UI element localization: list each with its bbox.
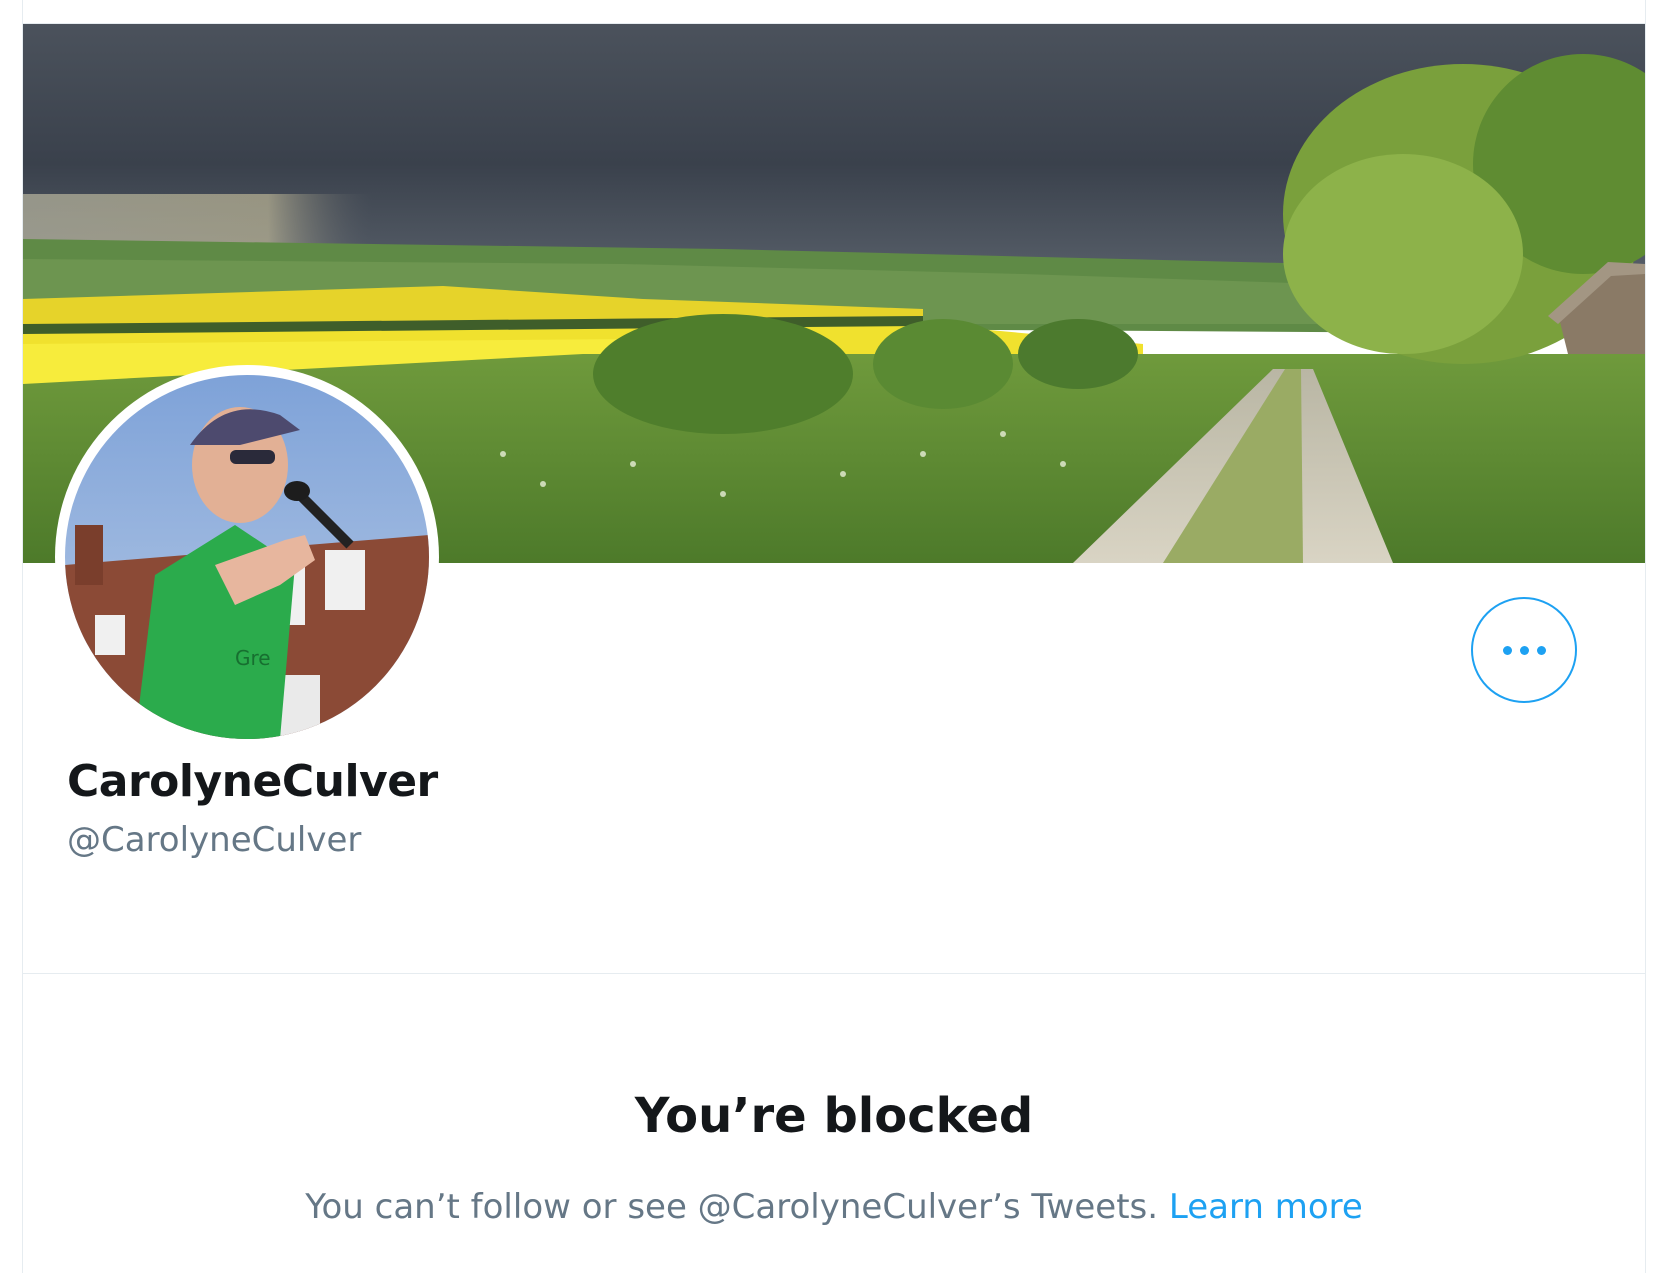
avatar[interactable]: Gre xyxy=(55,365,439,749)
profile-photo-icon: Gre xyxy=(65,375,429,739)
more-options-dot xyxy=(1519,645,1529,655)
profile-column: Gre CarolyneCulver @CarolyneCulver You’r… xyxy=(22,0,1646,1273)
display-name: CarolyneCulver xyxy=(67,756,438,807)
blocked-message-row: You can’t follow or see @CarolyneCulver’… xyxy=(23,1187,1645,1227)
more-options-dot xyxy=(1536,645,1546,655)
blocked-message: You can’t follow or see @CarolyneCulver’… xyxy=(305,1187,1159,1227)
more-options-button[interactable] xyxy=(1471,597,1577,703)
profile-handle: @CarolyneCulver xyxy=(67,820,362,860)
profile-photo: Gre xyxy=(65,375,429,739)
blocked-title: You’re blocked xyxy=(634,1088,1034,1144)
more-options-icon xyxy=(1502,645,1512,655)
shirt-text: Gre xyxy=(235,646,271,670)
section-divider xyxy=(23,973,1645,974)
learn-more-link[interactable]: Learn more xyxy=(1169,1187,1363,1227)
